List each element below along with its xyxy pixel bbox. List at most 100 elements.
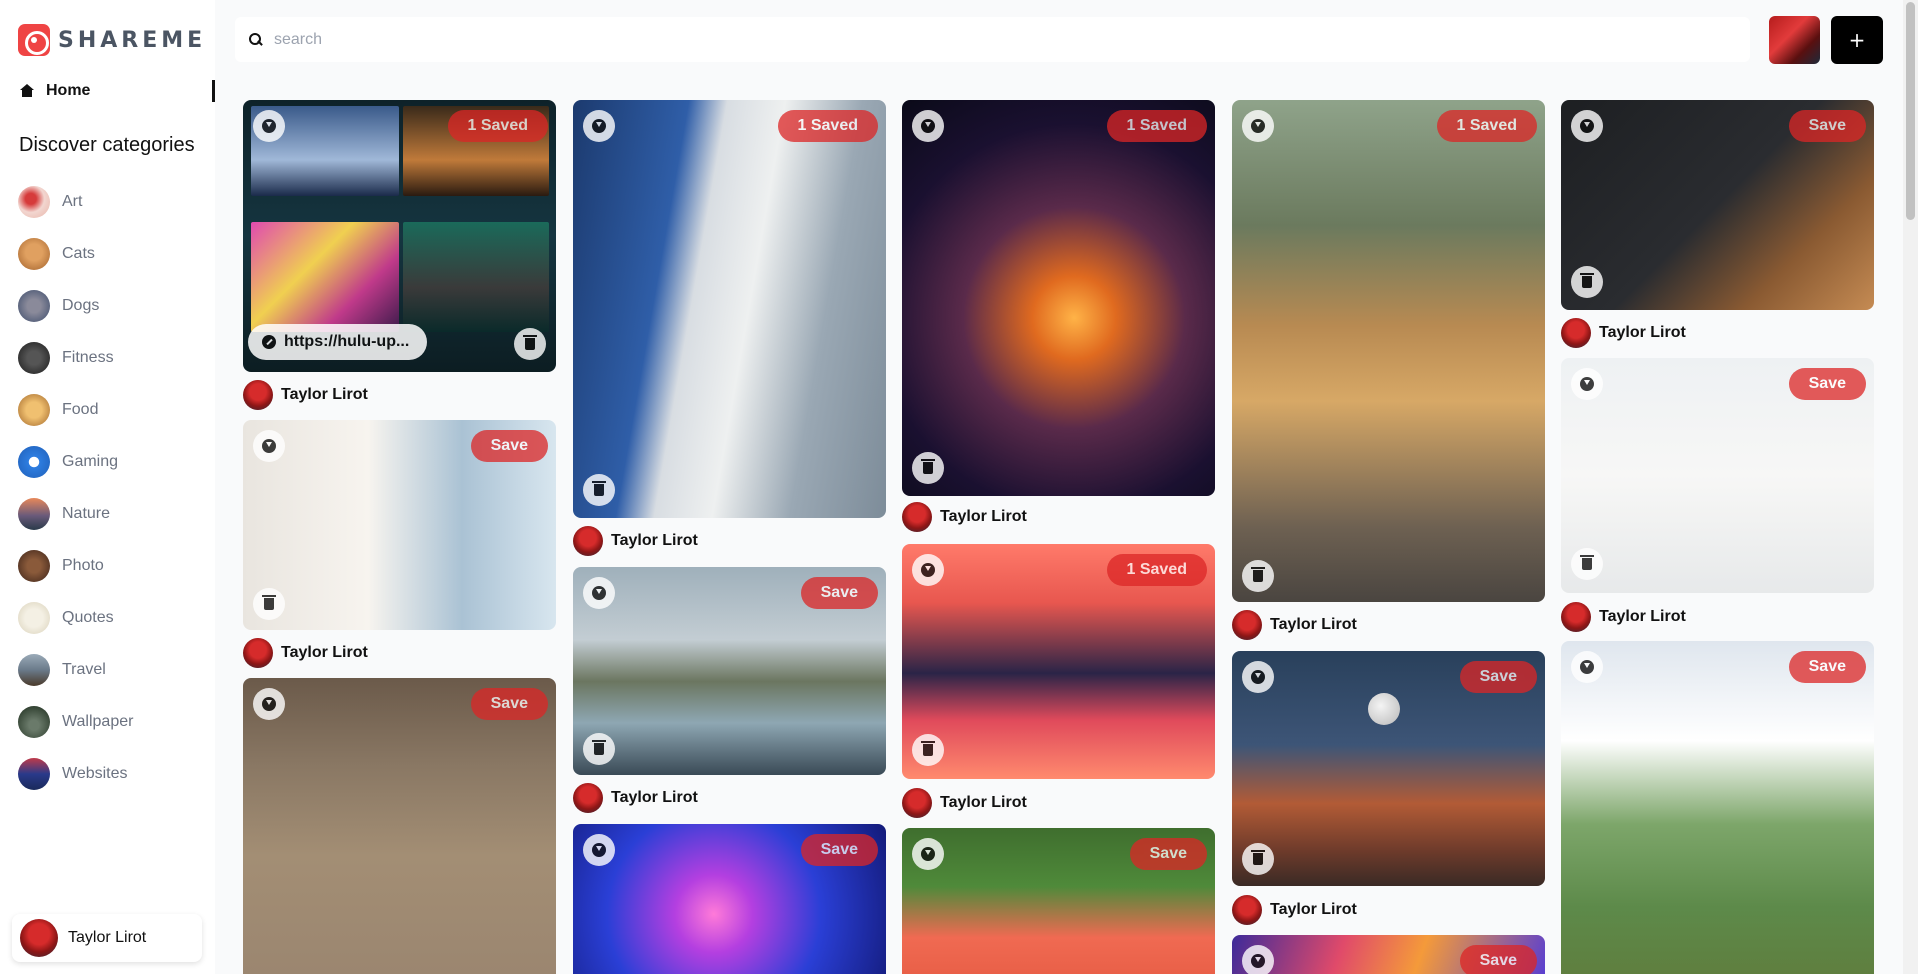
pin-card[interactable]: Save — [573, 824, 886, 974]
pin-card[interactable]: Save Taylor Lirot — [1232, 651, 1545, 926]
pin-author[interactable]: Taylor Lirot — [1232, 610, 1357, 640]
save-button[interactable]: 1 Saved — [1106, 554, 1207, 586]
pin-author[interactable]: Taylor Lirot — [1561, 602, 1686, 632]
pin-card[interactable]: Save — [1561, 641, 1874, 974]
pin-image[interactable]: 1 Saved — [573, 100, 886, 518]
pin-image[interactable]: 1 Saved — [1232, 100, 1545, 602]
scrollbar-thumb[interactable] — [1906, 2, 1915, 220]
download-button[interactable] — [583, 110, 615, 142]
sidebar-item-home[interactable]: Home — [0, 80, 215, 102]
user-profile-link[interactable]: Taylor Lirot — [12, 914, 202, 962]
save-button[interactable]: Save — [470, 430, 548, 462]
save-button[interactable]: Save — [1788, 110, 1866, 142]
save-button[interactable]: Save — [800, 834, 878, 866]
pin-image[interactable]: Save — [1561, 358, 1874, 593]
save-button[interactable]: Save — [1459, 945, 1537, 974]
download-button[interactable] — [583, 577, 615, 609]
save-button[interactable]: Save — [1788, 651, 1866, 683]
sidebar-item-cats[interactable]: Cats — [18, 228, 133, 280]
download-button[interactable] — [1571, 368, 1603, 400]
pin-image[interactable]: 1 Saved — [902, 544, 1215, 779]
pin-author[interactable]: Taylor Lirot — [573, 526, 698, 556]
pin-image[interactable]: Save — [902, 828, 1215, 974]
user-avatar-button[interactable] — [1769, 16, 1820, 64]
pin-image[interactable]: Save — [243, 678, 556, 974]
delete-button[interactable] — [514, 328, 546, 360]
download-button[interactable] — [1242, 661, 1274, 693]
sidebar-item-travel[interactable]: Travel — [18, 644, 133, 696]
pin-card[interactable]: 1 Saved Taylor Lirot — [902, 544, 1215, 819]
sidebar-item-nature[interactable]: Nature — [18, 488, 133, 540]
pin-card[interactable]: Save Taylor Lirot — [1561, 358, 1874, 633]
save-button[interactable]: Save — [1129, 838, 1207, 870]
save-button[interactable]: 1 Saved — [777, 110, 878, 142]
pin-image[interactable]: Save — [573, 567, 886, 775]
delete-button[interactable] — [912, 452, 944, 484]
download-button[interactable] — [912, 554, 944, 586]
download-button[interactable] — [583, 834, 615, 866]
delete-button[interactable] — [1571, 548, 1603, 580]
sidebar-item-quotes[interactable]: Quotes — [18, 592, 133, 644]
save-button[interactable]: 1 Saved — [1436, 110, 1537, 142]
sidebar-item-photo[interactable]: Photo — [18, 540, 133, 592]
pin-card[interactable]: Save — [1232, 935, 1545, 974]
pin-card[interactable]: 1 Saved Taylor Lirot — [1232, 100, 1545, 640]
delete-button[interactable] — [583, 474, 615, 506]
pin-card[interactable]: Save Taylor Lirot — [573, 567, 886, 817]
save-button[interactable]: Save — [470, 688, 548, 720]
delete-button[interactable] — [1242, 560, 1274, 592]
pin-image[interactable]: Save — [1232, 651, 1545, 886]
sidebar-item-gaming[interactable]: Gaming — [18, 436, 133, 488]
pin-image[interactable]: 1 Saved — [902, 100, 1215, 496]
sidebar-item-dogs[interactable]: Dogs — [18, 280, 133, 332]
download-button[interactable] — [912, 110, 944, 142]
pin-card[interactable]: Save — [243, 678, 556, 974]
pin-card[interactable]: Save — [902, 828, 1215, 974]
delete-button[interactable] — [1571, 266, 1603, 298]
save-button[interactable]: Save — [1459, 661, 1537, 693]
pin-image[interactable]: Save — [1561, 100, 1874, 310]
pin-card[interactable]: Save Taylor Lirot — [1561, 100, 1874, 350]
pin-author[interactable]: Taylor Lirot — [243, 638, 368, 668]
pin-image[interactable]: 1 Saved https://hulu-up... — [243, 100, 556, 372]
save-button[interactable]: 1 Saved — [1106, 110, 1207, 142]
download-button[interactable] — [1571, 651, 1603, 683]
delete-button[interactable] — [912, 734, 944, 766]
pin-image[interactable]: Save — [1232, 935, 1545, 974]
pin-author[interactable]: Taylor Lirot — [902, 788, 1027, 818]
save-button[interactable]: Save — [800, 577, 878, 609]
delete-button[interactable] — [1242, 843, 1274, 875]
pin-author[interactable]: Taylor Lirot — [573, 783, 698, 813]
pin-card[interactable]: 1 Saved https://hulu-up... Taylor Lirot — [243, 100, 556, 410]
search-input[interactable] — [274, 30, 1674, 49]
logo[interactable]: SHAREME — [18, 24, 206, 56]
delete-button[interactable] — [253, 588, 285, 620]
pin-author[interactable]: Taylor Lirot — [1232, 895, 1357, 925]
pin-author[interactable]: Taylor Lirot — [1561, 318, 1686, 348]
sidebar-item-fitness[interactable]: Fitness — [18, 332, 133, 384]
download-button[interactable] — [912, 838, 944, 870]
download-button[interactable] — [253, 110, 285, 142]
delete-button[interactable] — [583, 733, 615, 765]
sidebar-item-art[interactable]: Art — [18, 176, 133, 228]
pin-image[interactable]: Save — [573, 824, 886, 974]
sidebar-item-food[interactable]: Food — [18, 384, 133, 436]
pin-author[interactable]: Taylor Lirot — [243, 380, 368, 410]
pin-author[interactable]: Taylor Lirot — [902, 502, 1027, 532]
pin-card[interactable]: Save Taylor Lirot — [243, 420, 556, 670]
scrollbar[interactable] — [1903, 0, 1918, 974]
sidebar-item-wallpaper[interactable]: Wallpaper — [18, 696, 133, 748]
pin-card[interactable]: 1 Saved Taylor Lirot — [902, 100, 1215, 535]
pin-image[interactable]: Save — [243, 420, 556, 630]
download-button[interactable] — [1242, 945, 1274, 974]
download-button[interactable] — [1571, 110, 1603, 142]
pin-image[interactable]: Save — [1561, 641, 1874, 974]
download-button[interactable] — [253, 430, 285, 462]
download-button[interactable] — [253, 688, 285, 720]
pin-card[interactable]: 1 Saved Taylor Lirot — [573, 100, 886, 560]
save-button[interactable]: Save — [1788, 368, 1866, 400]
sidebar-item-websites[interactable]: Websites — [18, 748, 133, 800]
create-pin-button[interactable]: + — [1831, 16, 1883, 64]
source-link[interactable]: https://hulu-up... — [248, 324, 427, 360]
download-button[interactable] — [1242, 110, 1274, 142]
